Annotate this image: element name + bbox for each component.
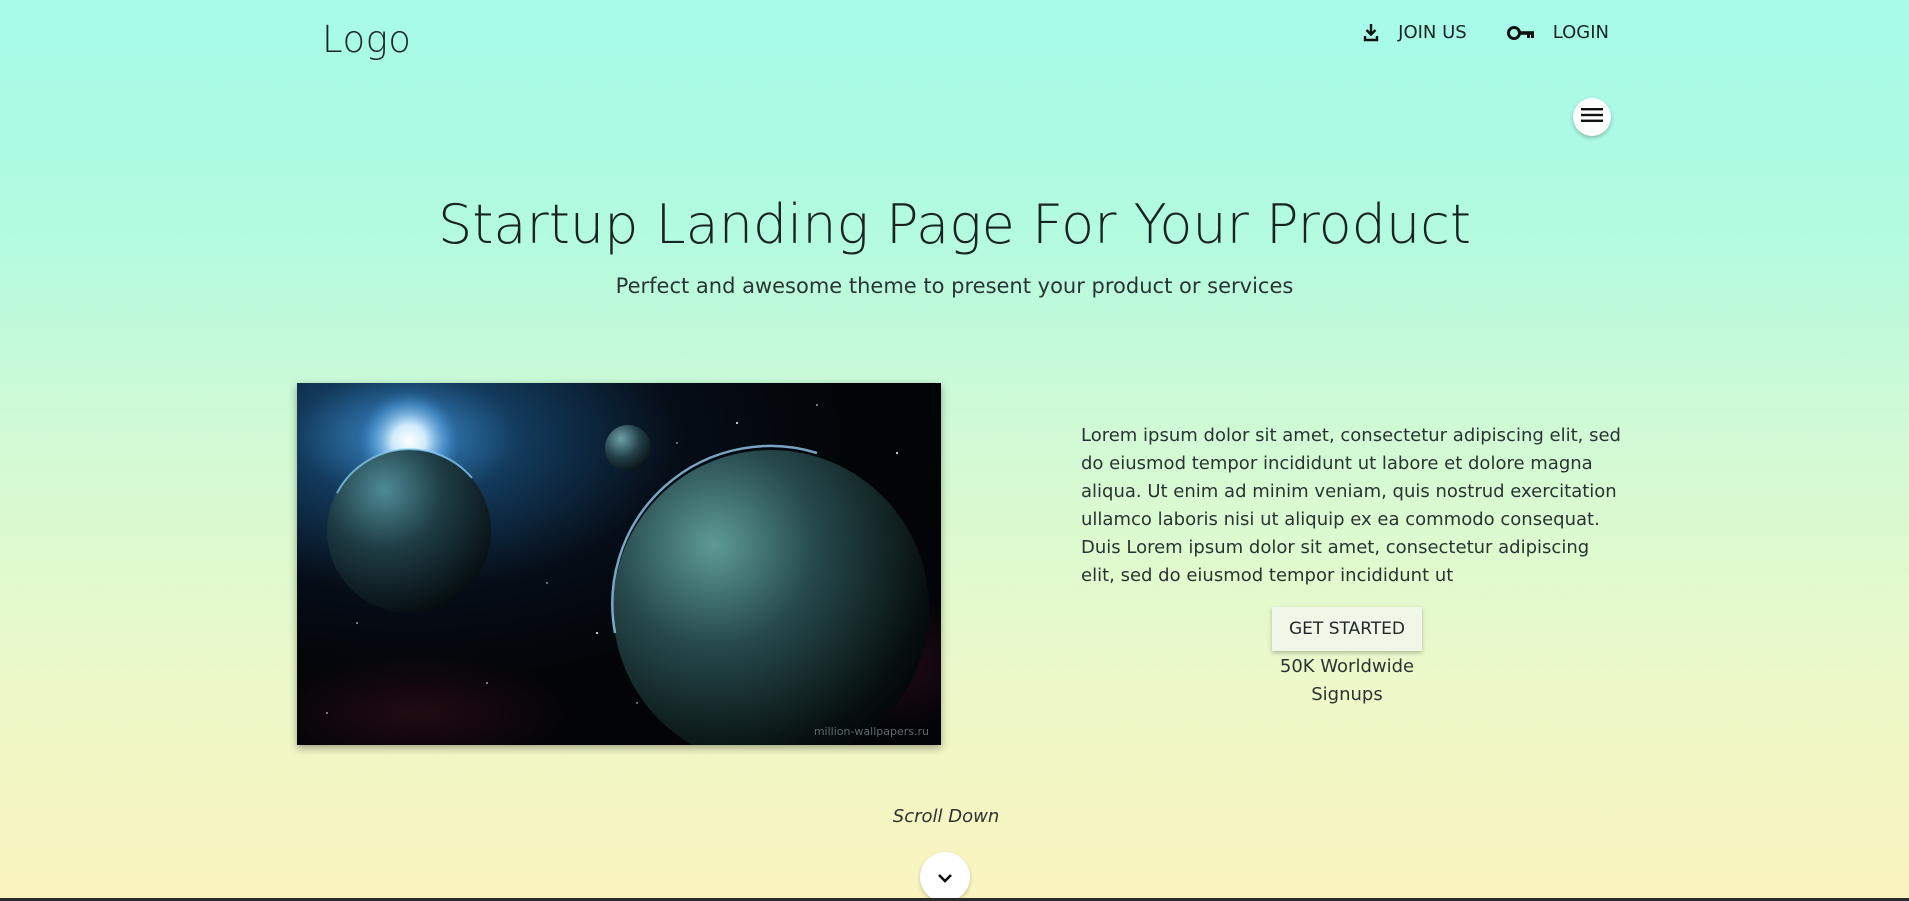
hero-image: million-wallpapers.ru: [297, 383, 941, 745]
key-icon: [1506, 25, 1535, 41]
scroll-down-button[interactable]: [920, 852, 970, 901]
signups-stat: 50K Worldwide Signups: [1279, 656, 1415, 705]
menu-button[interactable]: [1573, 98, 1611, 136]
download-icon: [1362, 23, 1380, 43]
hero-subtitle: Perfect and awesome theme to present you…: [615, 274, 1294, 298]
get-started-button[interactable]: GET STARTED: [1272, 607, 1422, 651]
hero-title: Startup Landing Page For Your Product: [437, 193, 1472, 256]
logo[interactable]: Logo: [322, 18, 411, 61]
nav-join-us[interactable]: JOIN US: [1362, 22, 1467, 43]
menu-icon: [1581, 107, 1603, 127]
top-nav: JOIN US LOGIN: [1362, 22, 1609, 43]
chevron-down-icon: [937, 868, 953, 887]
image-watermark: million-wallpapers.ru: [814, 725, 929, 738]
nav-login-label: LOGIN: [1552, 22, 1609, 43]
nav-join-us-label: JOIN US: [1398, 22, 1467, 43]
nav-login[interactable]: LOGIN: [1506, 22, 1609, 43]
description-text: Lorem ipsum dolor sit amet, consectetur …: [1081, 425, 1621, 586]
scroll-down-label: Scroll Down: [892, 806, 1000, 827]
